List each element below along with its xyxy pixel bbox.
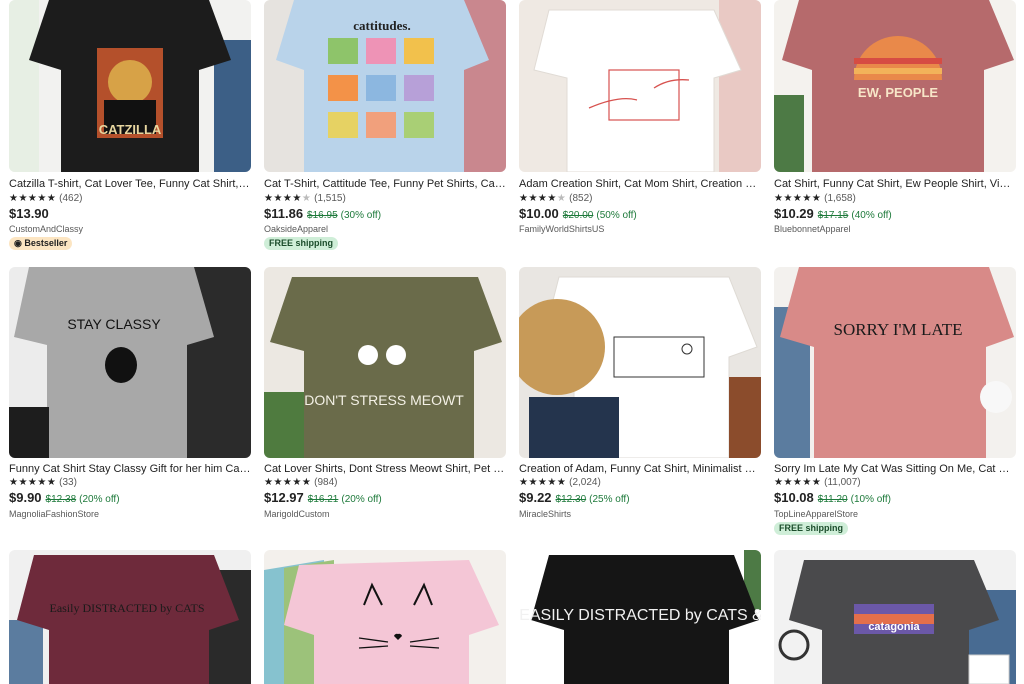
product-title[interactable]: Catzilla T-shirt, Cat Lover Tee, Funny C…	[9, 178, 251, 191]
product-rating: ★★★★★ (462)	[9, 193, 82, 205]
review-count: (1,658)	[824, 193, 856, 204]
original-price: $20.00	[562, 210, 594, 221]
price-line: $11.86 $16.95 (30% off)	[264, 206, 381, 224]
review-count: (1,515)	[314, 193, 346, 204]
price-line: $10.29 $17.15 (40% off)	[774, 206, 892, 224]
price-line: $10.00 $20.00 (50% off)	[519, 206, 637, 224]
price-line: $13.90	[9, 206, 49, 222]
stars-icon: ★★★★★	[519, 477, 567, 488]
badge-icon: ◉	[14, 238, 25, 248]
shop-name[interactable]: MiracleShirts	[519, 509, 571, 520]
discount: (20% off)	[341, 494, 382, 505]
print-text: STAY CLASSY	[67, 316, 161, 332]
shop-name[interactable]: TopLineApparelStore	[774, 509, 858, 520]
price-line: $12.97 $16.21 (20% off)	[264, 490, 382, 508]
price-line: $10.08 $11.20 (10% off)	[774, 490, 891, 508]
free-shipping-badge: FREE shipping	[774, 522, 848, 535]
price-line: $9.90 $12.38 (20% off)	[9, 490, 120, 508]
price-line: $9.22 $12.30 (25% off)	[519, 490, 630, 508]
stars-icon: ★★★★★	[9, 477, 57, 488]
product-title[interactable]: Creation of Adam, Funny Cat Shirt, Minim…	[519, 463, 761, 476]
original-price: $12.38	[45, 494, 77, 505]
price: $10.00	[519, 206, 559, 221]
discount: (50% off)	[596, 210, 637, 221]
shop-name[interactable]: MagnoliaFashionStore	[9, 509, 99, 520]
product-image[interactable]: CATZILLA	[9, 0, 251, 172]
review-count: (852)	[569, 193, 593, 204]
review-count: (33)	[59, 477, 77, 488]
print-text: EASILY DISTRACTED by CATS &	[519, 607, 761, 624]
product-image[interactable]: STAY CLASSY	[9, 267, 251, 458]
product-image[interactable]: EW, PEOPLE	[774, 0, 1016, 172]
product-image[interactable]: SORRY I'M LATE	[774, 267, 1016, 458]
product-title[interactable]: Cat Shirt, Funny Cat Shirt, Ew People Sh…	[774, 178, 1016, 191]
product-image[interactable]	[519, 0, 761, 172]
print-text: catagonia	[868, 621, 920, 633]
review-count: (2,024)	[569, 477, 601, 488]
review-count: (11,007)	[824, 477, 861, 488]
product-image[interactable]: Easily DISTRACTED by CATS	[9, 550, 251, 684]
product-title[interactable]: Cat Lover Shirts, Dont Stress Meowt Shir…	[264, 463, 506, 476]
stars-icon: ★★★★★	[9, 193, 57, 204]
stars-icon: ★★★★★	[264, 477, 312, 488]
price: $9.90	[9, 490, 42, 505]
original-price: $12.30	[555, 494, 587, 505]
print-text: EW, PEOPLE	[858, 85, 939, 100]
product-title[interactable]: Sorry Im Late My Cat Was Sitting On Me, …	[774, 463, 1016, 476]
shop-name[interactable]: CustomAndClassy	[9, 224, 83, 235]
discount: (20% off)	[79, 494, 120, 505]
product-rating: ★★★★★ (33)	[9, 477, 77, 489]
original-price: $11.20	[817, 494, 848, 505]
review-count: (984)	[314, 477, 338, 488]
product-image[interactable]: catagonia	[774, 550, 1016, 684]
discount: (10% off)	[850, 494, 891, 505]
discount: (25% off)	[589, 494, 630, 505]
shop-name[interactable]: BluebonnetApparel	[774, 224, 851, 235]
shop-name[interactable]: MarigoldCustom	[264, 509, 330, 520]
price: $10.29	[774, 206, 814, 221]
product-image[interactable]	[264, 550, 506, 684]
price: $9.22	[519, 490, 552, 505]
product-title[interactable]: Funny Cat Shirt Stay Classy Gift for her…	[9, 463, 251, 476]
discount: (40% off)	[851, 210, 892, 221]
print-text: DON'T STRESS MEOWT	[304, 392, 464, 408]
stars-icon: ★★★★★	[519, 193, 567, 204]
free-shipping-badge: FREE shipping	[264, 237, 338, 250]
shop-name[interactable]: OaksideApparel	[264, 224, 328, 235]
product-image[interactable]	[519, 267, 761, 458]
product-image[interactable]: cattitudes.	[264, 0, 506, 172]
product-image[interactable]: EASILY DISTRACTED by CATS &	[519, 550, 761, 684]
stars-icon: ★★★★★	[774, 193, 822, 204]
print-text: cattitudes.	[353, 18, 410, 33]
product-rating: ★★★★★ (11,007)	[774, 477, 861, 489]
price: $11.86	[264, 206, 304, 221]
original-price: $17.15	[817, 210, 849, 221]
product-rating: ★★★★★ (852)	[519, 193, 592, 205]
product-rating: ★★★★★ (1,515)	[264, 193, 346, 205]
original-price: $16.95	[307, 210, 338, 221]
product-rating: ★★★★★ (1,658)	[774, 193, 856, 205]
price: $10.08	[774, 490, 814, 505]
original-price: $16.21	[307, 494, 339, 505]
print-text: CATZILLA	[99, 122, 162, 137]
product-title[interactable]: Adam Creation Shirt, Cat Mom Shirt, Crea…	[519, 178, 761, 191]
stars-icon: ★★★★★	[774, 477, 822, 488]
bestseller-badge: ◉ Bestseller	[9, 237, 73, 250]
stars-icon: ★★★★★	[264, 193, 312, 204]
product-image[interactable]: DON'T STRESS MEOWT	[264, 267, 506, 458]
discount: (30% off)	[340, 210, 382, 221]
product-rating: ★★★★★ (2,024)	[519, 477, 601, 489]
product-rating: ★★★★★ (984)	[264, 477, 337, 489]
print-text: SORRY I'M LATE	[833, 320, 962, 339]
review-count: (462)	[59, 193, 83, 204]
print-text: Easily DISTRACTED by CATS	[49, 601, 204, 615]
price: $12.97	[264, 490, 304, 505]
price: $13.90	[9, 206, 49, 221]
product-title[interactable]: Cat T-Shirt, Cattitude Tee, Funny Pet Sh…	[264, 178, 506, 191]
shop-name[interactable]: FamilyWorldShirtsUS	[519, 224, 604, 235]
